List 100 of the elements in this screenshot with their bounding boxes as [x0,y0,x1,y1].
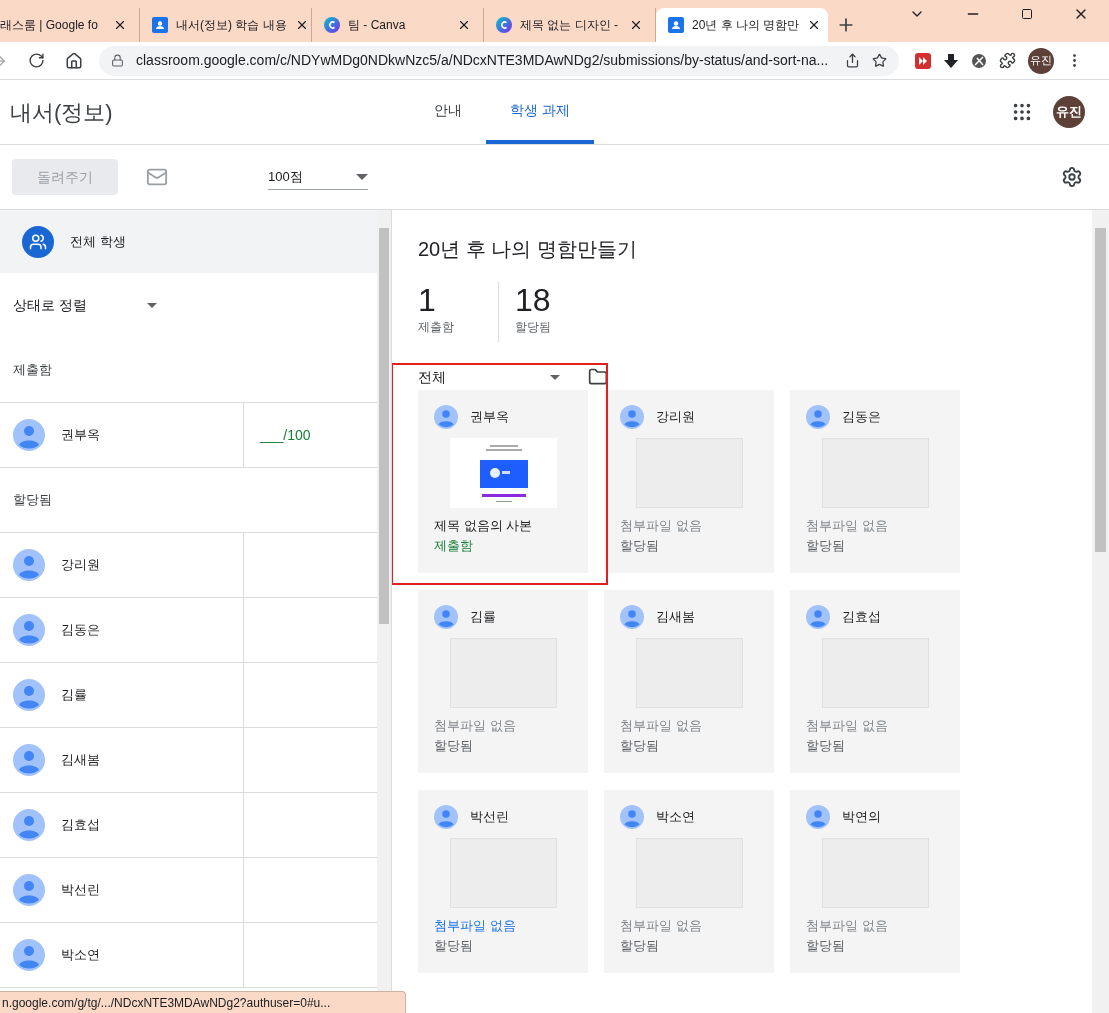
status-label: 제출함 [434,537,474,555]
group-heading: 제출함 [13,361,52,380]
close-icon[interactable] [113,18,127,32]
student-row[interactable]: 김새봄 [0,728,377,793]
nav-tab[interactable]: 학생 과제 [486,80,594,144]
avatar-icon [13,744,45,776]
attachment-label: 첨부파일 없음 [620,917,703,935]
student-row[interactable]: 김동은 [0,598,377,663]
submission-card[interactable]: 김새봄 첨부파일 없음 할당됨 [604,590,774,773]
avatar-icon [13,874,45,906]
attachment-label: 첨부파일 없음 [620,717,703,735]
tab-title: 팀 - Canva [348,17,407,34]
student-row[interactable]: 김률 [0,663,377,728]
student-name: 박소연 [61,946,100,965]
avatar-icon [13,809,45,841]
submission-card[interactable]: 권부옥 제목 없음의 사본 제출함 [418,390,588,573]
status-label: 할당됨 [434,937,474,955]
caret-icon [146,303,157,308]
grade-field[interactable]: ___/100 [260,424,311,446]
submission-card[interactable]: 박선린 첨부파일 없음 할당됨 [418,790,588,973]
people-icon [22,225,54,258]
student-row[interactable]: 박선린 [0,858,377,923]
student-name: 김률 [470,608,496,627]
settings-icon[interactable] [1061,166,1083,188]
browser-tab[interactable]: 20년 후 나의 명함만 [656,8,828,42]
classroom-icon [668,17,684,33]
tab-title: 20년 후 나의 명함만 [692,17,800,34]
student-row[interactable]: 강리원 [0,533,377,598]
avatar-icon [434,405,458,429]
tab-title: 래스룸 | Google fo [0,17,99,34]
extension-icon[interactable] [971,52,987,69]
student-name: 박선린 [61,881,100,900]
attachment-label: 첨부파일 없음 [806,517,889,535]
filter-dropdown[interactable]: 전체 [418,366,560,388]
apps-icon[interactable] [1011,101,1033,123]
submission-card[interactable]: 김효섭 첨부파일 없음 할당됨 [790,590,960,773]
sort-dropdown[interactable]: 상태로 정렬 [0,273,377,338]
status-label: 할당됨 [434,737,474,755]
submission-card[interactable]: 김동은 첨부파일 없음 할당됨 [790,390,960,573]
tab-title: 내서(정보) 학습 내용 [176,17,287,34]
close-icon[interactable] [629,18,643,32]
classroom-icon [152,17,168,33]
canva-icon [324,17,340,33]
nav-tab[interactable]: 안내 [410,80,486,144]
address-field[interactable]: classroom.google.com/c/NDYwMDg0NDkwNzc5/a/NDcxNTE3MDAwNDg2/submissions/by-status/and-sort-na... [99,45,899,76]
status-label: 할당됨 [806,537,846,555]
status-label: 할당됨 [620,937,660,955]
lock-icon [111,54,124,67]
avatar-icon [806,405,830,429]
submission-card[interactable]: 박소연 첨부파일 없음 할당됨 [604,790,774,973]
student-row[interactable]: 김효섭 [0,793,377,858]
close-icon[interactable] [457,18,471,32]
stat-number: 18 [515,282,551,318]
profile-avatar[interactable]: 유진 [1053,96,1085,128]
student-name: 박소연 [656,808,695,827]
submission-card[interactable]: 박연의 첨부파일 없음 할당됨 [790,790,960,973]
reload-icon[interactable] [28,52,45,69]
avatar-icon [806,605,830,629]
student-name: 김새봄 [61,751,100,770]
student-name: 김동은 [61,621,100,640]
row-label: 전체 학생 [70,232,126,251]
profile-avatar[interactable]: 유진 [1028,47,1054,74]
assignment-title: 20년 후 나의 명함만들기 [418,237,638,262]
avatar-icon [13,419,45,451]
student-name: 김새봄 [656,608,695,627]
points-dropdown[interactable]: 100점 [268,164,368,190]
avatar-icon [13,614,45,646]
avatar-icon [13,939,45,971]
class-title: 내서(정보) [9,98,114,127]
scrollbar[interactable] [1092,210,1109,1013]
maximize-icon[interactable] [1021,8,1033,20]
student-name: 김효섭 [61,816,100,835]
canva-icon [496,17,512,33]
download-icon[interactable] [943,52,959,69]
mail-icon[interactable] [146,166,168,188]
share-icon[interactable] [845,53,860,68]
extension-icon[interactable] [915,52,931,69]
status-label: 할당됨 [620,737,660,755]
status-label: 할당됨 [620,537,660,555]
folder-icon[interactable] [588,367,608,387]
tab-title: 제목 없는 디자인 - [520,17,619,34]
attachment-label[interactable]: 첨부파일 없음 [434,916,572,936]
caret-icon [356,173,368,180]
star-icon[interactable] [872,53,887,68]
student-name: 강리원 [61,556,100,575]
attachment-label: 첨부파일 없음 [434,717,517,735]
submission-card[interactable]: 강리원 첨부파일 없음 할당됨 [604,390,774,573]
student-row[interactable]: 권부옥 ___/100 [0,403,377,468]
student-name: 권부옥 [61,426,100,445]
all-students-row[interactable]: 전체 학생 [0,210,377,273]
avatar-icon [434,605,458,629]
submission-card[interactable]: 김률 첨부파일 없음 할당됨 [418,590,588,773]
puzzle-icon[interactable] [999,52,1016,69]
link-status-tooltip: n.google.com/g/tg/.../NDcxNTE3MDAwNDg2?authuser=0#u... [0,991,406,1013]
caret-icon [550,374,560,380]
attachment-label: 제목 없음의 사본 [434,517,534,535]
home-icon[interactable] [65,51,83,70]
student-row[interactable]: 박소연 [0,923,377,988]
avatar-icon [620,405,644,429]
avatar-icon [806,805,830,829]
